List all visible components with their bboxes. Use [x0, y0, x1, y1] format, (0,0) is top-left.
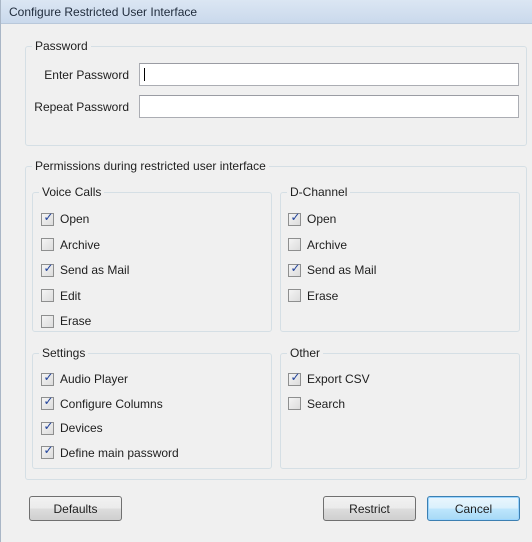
checkbox-box[interactable]	[41, 289, 54, 302]
text-caret	[144, 68, 145, 81]
checkbox-box[interactable]	[41, 314, 54, 328]
checkbox-box[interactable]: ✓	[41, 418, 54, 435]
window-title: Configure Restricted User Interface	[9, 5, 198, 19]
checkmark-icon: ✓	[290, 209, 301, 224]
checkbox-label: Open	[307, 212, 337, 226]
checkbox-d-channel-open[interactable]: ✓ Open	[288, 209, 337, 227]
checkbox-voice-calls-edit[interactable]: Edit	[41, 288, 81, 304]
checkbox-box[interactable]: ✓	[41, 443, 54, 459]
checkbox-other-export-csv[interactable]: ✓ Export CSV	[288, 369, 370, 387]
checkbox-settings-audio-player[interactable]: ✓ Audio Player	[41, 369, 129, 387]
checkbox-d-channel-erase[interactable]: Erase	[288, 288, 338, 304]
checkbox-box[interactable]: ✓	[288, 260, 301, 277]
checkbox-voice-calls-erase[interactable]: Erase	[41, 313, 91, 329]
checkbox-label: Define main password	[60, 445, 179, 460]
checkbox-label: Configure Columns	[60, 396, 163, 411]
checkmark-icon: ✓	[43, 394, 54, 408]
checkbox-box[interactable]: ✓	[41, 369, 54, 386]
enter-password-label: Enter Password	[44, 68, 129, 82]
cancel-button[interactable]: Cancel	[427, 496, 520, 521]
checkmark-icon: ✓	[43, 443, 54, 457]
checkbox-label: Open	[60, 212, 90, 226]
password-group-legend: Password	[32, 39, 91, 54]
defaults-button[interactable]: Defaults	[29, 496, 122, 521]
checkbox-label: Export CSV	[307, 372, 370, 386]
checkbox-box[interactable]: ✓	[41, 209, 54, 226]
settings-legend: Settings	[39, 346, 89, 361]
checkbox-box[interactable]	[288, 397, 301, 410]
checkbox-label: Send as Mail	[60, 263, 130, 277]
checkbox-other-search[interactable]: Search	[288, 396, 345, 412]
checkmark-icon: ✓	[43, 418, 54, 433]
voice-calls-legend: Voice Calls	[39, 185, 105, 200]
checkbox-box[interactable]	[288, 289, 301, 302]
checkbox-label: Archive	[307, 237, 348, 252]
checkbox-voice-calls-open[interactable]: ✓ Open	[41, 209, 90, 227]
checkmark-icon: ✓	[290, 369, 301, 384]
d-channel-legend: D-Channel	[287, 185, 351, 200]
title-bar[interactable]: Configure Restricted User Interface	[1, 0, 532, 24]
checkbox-box[interactable]: ✓	[288, 369, 301, 386]
other-legend: Other	[287, 346, 324, 361]
checkbox-voice-calls-send-as-mail[interactable]: ✓ Send as Mail	[41, 260, 130, 278]
checkbox-settings-configure-columns[interactable]: ✓ Configure Columns	[41, 394, 163, 412]
checkbox-d-channel-send-as-mail[interactable]: ✓ Send as Mail	[288, 260, 377, 278]
checkbox-label: Audio Player	[60, 372, 129, 386]
checkbox-label: Archive	[60, 237, 101, 252]
checkbox-label: Devices	[60, 421, 103, 435]
checkbox-box[interactable]: ✓	[41, 260, 54, 277]
enter-password-input[interactable]	[139, 63, 519, 86]
checkbox-label: Search	[307, 396, 346, 411]
checkmark-icon: ✓	[43, 369, 54, 384]
checkbox-label: Erase	[60, 314, 92, 328]
repeat-password-input[interactable]	[139, 95, 519, 118]
checkmark-icon: ✓	[43, 209, 54, 224]
checkbox-box[interactable]	[41, 238, 54, 251]
checkbox-d-channel-archive[interactable]: Archive	[288, 237, 347, 253]
restrict-button[interactable]: Restrict	[323, 496, 416, 521]
checkbox-settings-devices[interactable]: ✓ Devices	[41, 418, 103, 436]
permissions-group-legend: Permissions during restricted user inter…	[32, 159, 269, 174]
checkbox-box[interactable]: ✓	[288, 209, 301, 226]
repeat-password-label: Repeat Password	[34, 100, 129, 114]
checkbox-label: Send as Mail	[307, 263, 377, 277]
checkmark-icon: ✓	[43, 260, 54, 275]
checkmark-icon: ✓	[290, 260, 301, 275]
checkbox-box[interactable]	[288, 238, 301, 251]
dialog-window: Configure Restricted User Interface Pass…	[0, 0, 532, 542]
checkbox-settings-define-main-password[interactable]: ✓ Define main password	[41, 443, 179, 461]
checkbox-label: Erase	[307, 288, 339, 303]
checkbox-voice-calls-archive[interactable]: Archive	[41, 237, 100, 253]
checkbox-label: Edit	[60, 288, 81, 303]
checkbox-box[interactable]: ✓	[41, 394, 54, 410]
